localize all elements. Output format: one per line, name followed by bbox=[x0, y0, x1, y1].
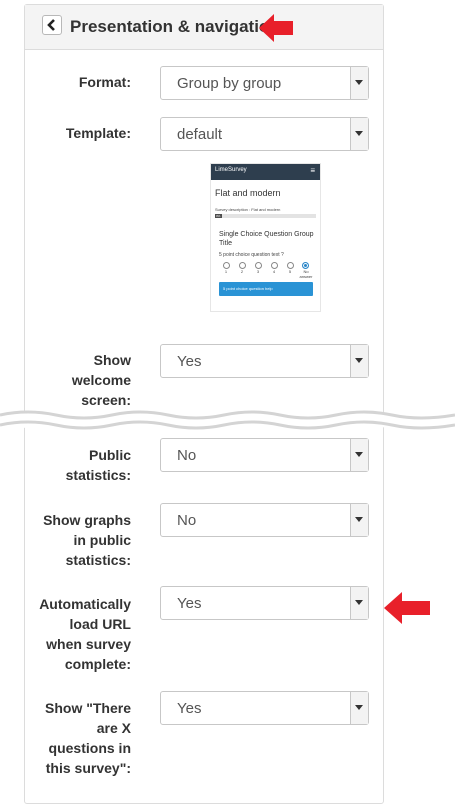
dropdown-caret-icon[interactable] bbox=[350, 118, 368, 150]
template-label: Template: bbox=[65, 125, 131, 141]
template-value: default bbox=[177, 126, 223, 143]
preview-option-label: 2 bbox=[240, 269, 244, 274]
format-value: Group by group bbox=[177, 75, 282, 92]
preview-question-text: 5 point choice question text ? bbox=[219, 252, 284, 258]
preview-option-label: 3 bbox=[256, 269, 260, 274]
label-line: Automatically bbox=[39, 596, 131, 612]
preview-help-text: 5 point choice question help bbox=[223, 286, 273, 291]
dropdown-caret-icon[interactable] bbox=[350, 587, 368, 619]
label-line: load URL bbox=[69, 616, 131, 632]
label-line: Public bbox=[88, 447, 131, 463]
preview-option-label: 4 bbox=[272, 269, 276, 274]
dropdown-caret-icon[interactable] bbox=[350, 439, 368, 471]
label-line: statistics: bbox=[65, 467, 131, 483]
label-line: statistics: bbox=[65, 552, 131, 568]
preview-radio bbox=[239, 262, 246, 269]
annotation-arrow-icon bbox=[258, 13, 294, 48]
preview-radio bbox=[271, 262, 278, 269]
welcome-screen-value: Yes bbox=[177, 353, 202, 370]
preview-option-label: 1 bbox=[224, 269, 228, 274]
label-line: questions in bbox=[48, 740, 131, 756]
format-select[interactable]: Group by group bbox=[160, 66, 369, 100]
welcome-screen-select[interactable]: Yes bbox=[160, 344, 369, 378]
back-button[interactable] bbox=[42, 15, 62, 35]
preview-radio bbox=[255, 262, 262, 269]
preview-progress-bar bbox=[215, 214, 316, 218]
show-x-questions-value: Yes bbox=[177, 700, 202, 717]
preview-help-box: 5 point choice question help bbox=[219, 282, 313, 296]
label-line: complete: bbox=[64, 656, 131, 672]
format-label: Format: bbox=[78, 74, 131, 90]
autoload-url-select[interactable]: Yes bbox=[160, 586, 369, 620]
show-x-questions-label: Show "There are X questions in this surv… bbox=[21, 698, 131, 778]
preview-option-label: 5 bbox=[288, 269, 292, 274]
dropdown-caret-icon[interactable] bbox=[350, 345, 368, 377]
template-select[interactable]: default bbox=[160, 117, 369, 151]
preview-title: Flat and modern bbox=[215, 188, 281, 198]
preview-radio bbox=[223, 262, 230, 269]
autoload-url-label: Automatically load URL when survey compl… bbox=[21, 594, 131, 674]
show-x-questions-select[interactable]: Yes bbox=[160, 691, 369, 725]
preview-progress-label: 0% bbox=[216, 214, 221, 218]
public-statistics-label: Public statistics: bbox=[21, 445, 131, 485]
label-line: are X bbox=[96, 720, 131, 736]
label-line: this survey": bbox=[45, 760, 131, 776]
hamburger-icon: ≡ bbox=[310, 166, 315, 175]
show-graphs-label: Show graphs in public statistics: bbox=[21, 510, 131, 570]
preview-option-label: No answer bbox=[299, 269, 313, 279]
panel-header: Presentation & navigation bbox=[25, 5, 383, 50]
dropdown-caret-icon[interactable] bbox=[350, 504, 368, 536]
preview-brand: LimeSurvey bbox=[215, 167, 247, 173]
public-statistics-value: No bbox=[177, 447, 197, 464]
label-line: Show "There bbox=[45, 700, 131, 716]
preview-radio bbox=[287, 262, 294, 269]
preview-question-group-title: Single Choice Question Group Title bbox=[219, 231, 314, 247]
dropdown-caret-icon[interactable] bbox=[350, 67, 368, 99]
annotation-arrow-icon bbox=[383, 591, 431, 630]
preview-radio-selected bbox=[302, 262, 309, 269]
show-graphs-value: No bbox=[177, 512, 197, 529]
show-graphs-select[interactable]: No bbox=[160, 503, 369, 537]
label-line: when survey bbox=[46, 636, 131, 652]
dropdown-caret-icon[interactable] bbox=[350, 692, 368, 724]
label-line: Show bbox=[93, 352, 131, 368]
public-statistics-select[interactable]: No bbox=[160, 438, 369, 472]
preview-description: Survey description : Flat and modern bbox=[215, 207, 281, 212]
template-preview: LimeSurvey ≡ Flat and modern Survey desc… bbox=[210, 163, 321, 312]
panel-title: Presentation & navigation bbox=[70, 17, 280, 36]
label-line: Show graphs bbox=[43, 512, 131, 528]
preview-navbar: LimeSurvey ≡ bbox=[211, 164, 320, 180]
welcome-screen-label: Show welcome screen: bbox=[21, 350, 131, 410]
label-line: welcome bbox=[71, 372, 131, 388]
screenshot-break-divider bbox=[0, 407, 455, 433]
label-line: in public bbox=[73, 532, 131, 548]
autoload-url-value: Yes bbox=[177, 595, 202, 612]
